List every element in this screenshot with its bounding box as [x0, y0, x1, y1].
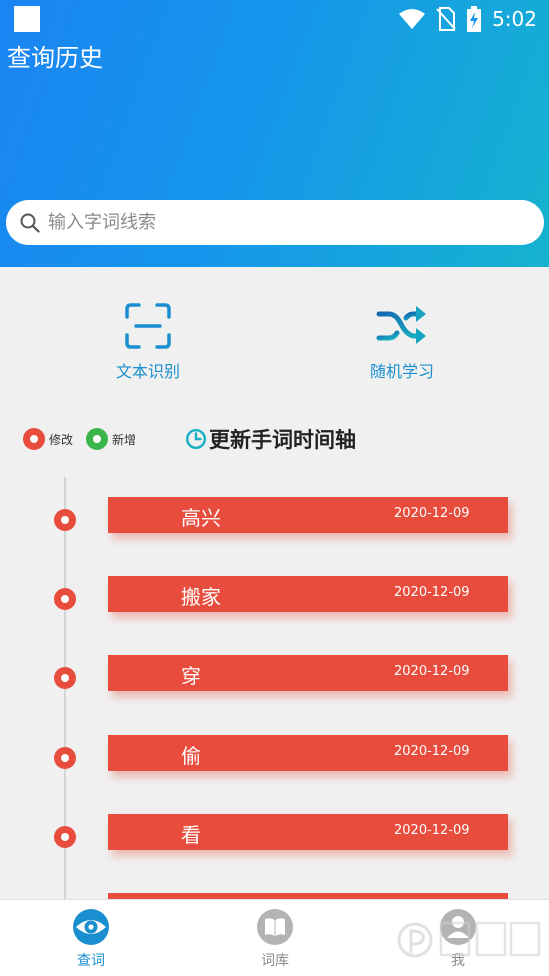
status-bar: 5:02 — [0, 0, 549, 38]
timeline-title: 更新手词时间轴 — [185, 424, 356, 454]
timeline-card[interactable]: 偷 2020-12-09 — [108, 735, 508, 771]
timeline-word: 看 — [181, 823, 201, 847]
status-time: 5:02 — [492, 7, 537, 31]
nav-item-library[interactable]: 词库 — [225, 908, 325, 970]
search-bar[interactable] — [6, 200, 544, 245]
nav-label-lookup: 查词 — [77, 953, 105, 969]
timeline-item[interactable]: 偷 2020-12-09 — [0, 735, 549, 773]
random-study-label: 随机学习 — [369, 362, 434, 381]
legend-modified: 修改 — [23, 428, 73, 450]
timeline-item[interactable]: 高兴 2020-12-09 — [0, 497, 549, 535]
timeline-word: 穿 — [181, 664, 201, 688]
timeline-dot-icon — [54, 667, 76, 689]
clock-icon — [185, 428, 207, 450]
timeline-date: 2020-12-09 — [394, 823, 470, 838]
timeline-word: 搬家 — [181, 585, 221, 609]
header: 5:02 查询历史 — [0, 0, 549, 267]
timeline-dot-icon — [54, 588, 76, 610]
legend-added-label: 新增 — [112, 432, 137, 447]
watermark-logo — [397, 921, 541, 958]
no-sim-icon — [436, 7, 456, 31]
battery-charging-icon — [467, 6, 482, 32]
timeline-date: 2020-12-09 — [394, 744, 470, 759]
search-input[interactable] — [48, 212, 488, 233]
shuffle-icon — [376, 306, 426, 344]
timeline-date: 2020-12-09 — [394, 506, 470, 521]
legend-added: 新增 — [86, 428, 136, 450]
timeline-item[interactable]: 穿 2020-12-09 — [0, 655, 549, 693]
added-dot-icon — [86, 428, 108, 450]
modified-dot-icon — [23, 428, 45, 450]
book-icon — [257, 909, 293, 945]
page-title: 查询历史 — [7, 44, 103, 72]
text-recognition-button[interactable]: 文本识别 — [88, 300, 208, 382]
timeline-card[interactable]: 搬家 2020-12-09 — [108, 576, 508, 612]
timeline-dot-icon — [54, 826, 76, 848]
timeline-word: 高兴 — [181, 506, 221, 530]
timeline-dot-icon — [54, 747, 76, 769]
legend-modified-label: 修改 — [49, 432, 74, 447]
wifi-icon — [399, 9, 426, 29]
notification-icon — [14, 6, 40, 32]
nav-label-library: 词库 — [261, 953, 289, 969]
text-recognition-label: 文本识别 — [115, 362, 180, 381]
eye-icon — [73, 909, 109, 945]
random-study-button[interactable]: 随机学习 — [342, 300, 462, 382]
timeline-card[interactable]: 高兴 2020-12-09 — [108, 497, 508, 533]
timeline-date: 2020-12-09 — [394, 664, 470, 679]
timeline-card[interactable]: 穿 2020-12-09 — [108, 655, 508, 691]
timeline-item[interactable]: 看 2020-12-09 — [0, 814, 549, 852]
timeline-word: 偷 — [181, 744, 201, 768]
timeline-item[interactable]: 搬家 2020-12-09 — [0, 576, 549, 614]
timeline-date: 2020-12-09 — [394, 585, 470, 600]
nav-item-lookup[interactable]: 查词 — [41, 908, 141, 970]
timeline-title-text: 更新手词时间轴 — [209, 428, 356, 452]
timeline-card[interactable]: 看 2020-12-09 — [108, 814, 508, 850]
scan-icon — [125, 303, 171, 349]
timeline-dot-icon — [54, 509, 76, 531]
search-icon — [20, 213, 40, 233]
status-icons: 5:02 — [398, 5, 537, 33]
